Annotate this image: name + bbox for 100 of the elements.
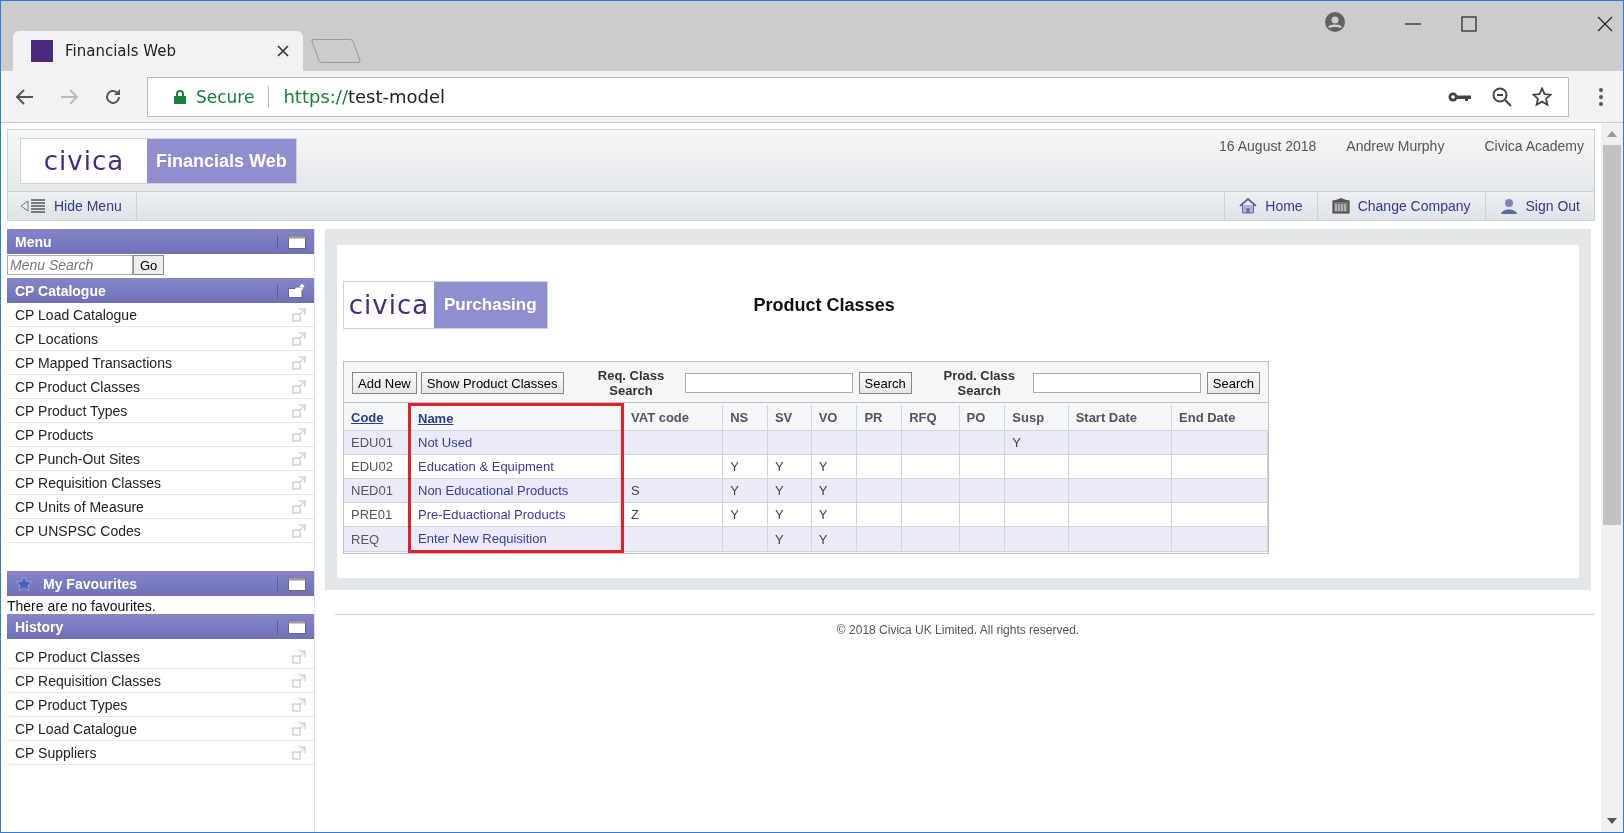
menu-item[interactable]: CP Mapped Transactions bbox=[7, 351, 314, 375]
column-header: RFQ bbox=[901, 404, 960, 431]
user-name: Andrew Murphy bbox=[1346, 138, 1445, 154]
menu-item[interactable]: CP UNSPSC Codes bbox=[7, 519, 314, 543]
key-icon[interactable] bbox=[1448, 90, 1472, 103]
open-window-icon[interactable] bbox=[292, 403, 306, 418]
table-cell: Y bbox=[1004, 430, 1069, 455]
open-window-icon[interactable] bbox=[292, 499, 306, 514]
close-icon[interactable] bbox=[1597, 16, 1613, 32]
table-cell[interactable]: Pre-Eduactional Products bbox=[409, 502, 623, 527]
table-cell: Z bbox=[622, 502, 723, 527]
open-window-icon[interactable] bbox=[292, 649, 306, 664]
column-header: SV bbox=[767, 404, 812, 431]
column-header: End Date bbox=[1171, 404, 1268, 431]
menu-item[interactable]: CP Suppliers bbox=[7, 741, 314, 765]
address-field[interactable]: Secure https://test-model bbox=[147, 76, 1569, 117]
open-window-icon[interactable] bbox=[292, 427, 306, 442]
scroll-down-icon[interactable] bbox=[1607, 818, 1617, 824]
menu-item[interactable]: CP Punch-Out Sites bbox=[7, 447, 314, 471]
open-window-icon[interactable] bbox=[292, 475, 306, 490]
date-text: 16 August 2018 bbox=[1219, 138, 1317, 154]
column-header: Start Date bbox=[1068, 404, 1172, 431]
menu-item[interactable]: CP Product Classes bbox=[7, 375, 314, 399]
toolbar-button[interactable]: Add New bbox=[352, 372, 417, 394]
open-window-icon[interactable] bbox=[292, 523, 306, 538]
open-window-icon[interactable] bbox=[292, 355, 306, 370]
search-button[interactable]: Search bbox=[858, 372, 912, 394]
column-header: Susp bbox=[1004, 404, 1069, 431]
product-name: Purchasing bbox=[434, 282, 547, 328]
column-header: VAT code bbox=[622, 404, 723, 431]
go-button[interactable]: Go bbox=[133, 255, 165, 275]
table-cell: S bbox=[622, 478, 723, 503]
open-window-icon[interactable] bbox=[292, 307, 306, 322]
browser-tab[interactable]: Financials Web bbox=[13, 31, 303, 71]
search-button[interactable]: Search bbox=[1206, 372, 1260, 394]
close-tab-icon[interactable] bbox=[277, 45, 289, 57]
table-cell[interactable]: Enter New Requisition bbox=[409, 526, 623, 552]
page-title: Product Classes bbox=[753, 294, 895, 316]
search-label: Req. Class Search bbox=[596, 368, 666, 398]
column-header: PR bbox=[856, 404, 902, 431]
forward-icon[interactable] bbox=[59, 86, 79, 107]
star-icon bbox=[15, 574, 33, 593]
scrollbar[interactable] bbox=[1601, 123, 1623, 832]
table-cell[interactable]: Education & Equipment bbox=[409, 454, 623, 479]
nav-link[interactable]: Sign Out bbox=[1484, 192, 1594, 220]
menu-item[interactable]: CP Product Types bbox=[7, 399, 314, 423]
column-header: NS bbox=[722, 404, 768, 431]
scroll-up-icon[interactable] bbox=[1607, 131, 1617, 137]
open-window-icon[interactable] bbox=[292, 673, 306, 688]
empty-message: There are no favourites. bbox=[7, 597, 157, 614]
panel-title: History bbox=[15, 618, 65, 635]
secure-label: Secure bbox=[196, 86, 255, 107]
menu-item[interactable]: CP Product Classes bbox=[7, 645, 314, 669]
panel-title: Menu bbox=[15, 233, 53, 250]
zoom-out-icon[interactable] bbox=[1492, 86, 1512, 107]
column-header: VO bbox=[811, 404, 857, 431]
tab-title: Financials Web bbox=[65, 42, 177, 60]
open-window-icon[interactable] bbox=[292, 697, 306, 712]
open-window-icon[interactable] bbox=[292, 379, 306, 394]
table-cell[interactable]: Non Educational Products bbox=[409, 478, 623, 503]
star-icon[interactable] bbox=[1532, 86, 1552, 107]
sort-link[interactable]: Code bbox=[344, 404, 410, 431]
open-window-icon[interactable] bbox=[292, 451, 306, 466]
menu-item[interactable]: CP Load Catalogue bbox=[7, 717, 314, 741]
menu-item[interactable]: CP Load Catalogue bbox=[7, 303, 314, 327]
column-header: PO bbox=[959, 404, 1005, 431]
toolbar-button[interactable]: Show Product Classes bbox=[420, 372, 564, 394]
menu-item[interactable]: CP Units of Measure bbox=[7, 495, 314, 519]
menu-item[interactable]: CP Requisition Classes bbox=[7, 669, 314, 693]
table-cell[interactable]: Not Used bbox=[409, 430, 623, 455]
menu-item[interactable]: CP Product Types bbox=[7, 693, 314, 717]
search-field[interactable] bbox=[1032, 373, 1201, 393]
civica-logo: civica bbox=[21, 139, 147, 183]
favicon-icon bbox=[31, 40, 53, 62]
panel-title: CP Catalogue bbox=[15, 282, 107, 299]
sort-link[interactable]: Name bbox=[409, 404, 623, 431]
url-text: https://test-model bbox=[283, 86, 446, 107]
open-window-icon[interactable] bbox=[292, 721, 306, 736]
open-window-icon[interactable] bbox=[292, 745, 306, 760]
menu-item[interactable]: CP Locations bbox=[7, 327, 314, 351]
collapse-menu-icon bbox=[20, 199, 46, 213]
house-icon bbox=[1239, 198, 1258, 214]
search-label: Prod. Class Search bbox=[942, 368, 1017, 398]
person-icon bbox=[1499, 198, 1518, 214]
hide-menu-button[interactable]: Hide Menu bbox=[8, 192, 137, 220]
nav-link[interactable]: Home bbox=[1224, 192, 1317, 220]
nav-link[interactable]: Change Company bbox=[1316, 192, 1485, 220]
company-name: Civica Academy bbox=[1484, 138, 1584, 154]
search-field[interactable] bbox=[684, 373, 853, 393]
building-icon bbox=[1331, 198, 1350, 214]
lock-icon bbox=[174, 89, 186, 104]
back-icon[interactable] bbox=[15, 86, 35, 107]
more-menu-icon[interactable] bbox=[1599, 87, 1603, 106]
menu-item[interactable]: CP Products bbox=[7, 423, 314, 447]
open-window-icon[interactable] bbox=[292, 331, 306, 346]
account-icon[interactable] bbox=[1325, 12, 1345, 32]
menu-search-field[interactable]: Menu Search bbox=[7, 255, 133, 275]
maximize-icon[interactable] bbox=[1461, 16, 1477, 32]
menu-item[interactable]: CP Requisition Classes bbox=[7, 471, 314, 495]
panel-title: My Favourites bbox=[43, 575, 139, 592]
